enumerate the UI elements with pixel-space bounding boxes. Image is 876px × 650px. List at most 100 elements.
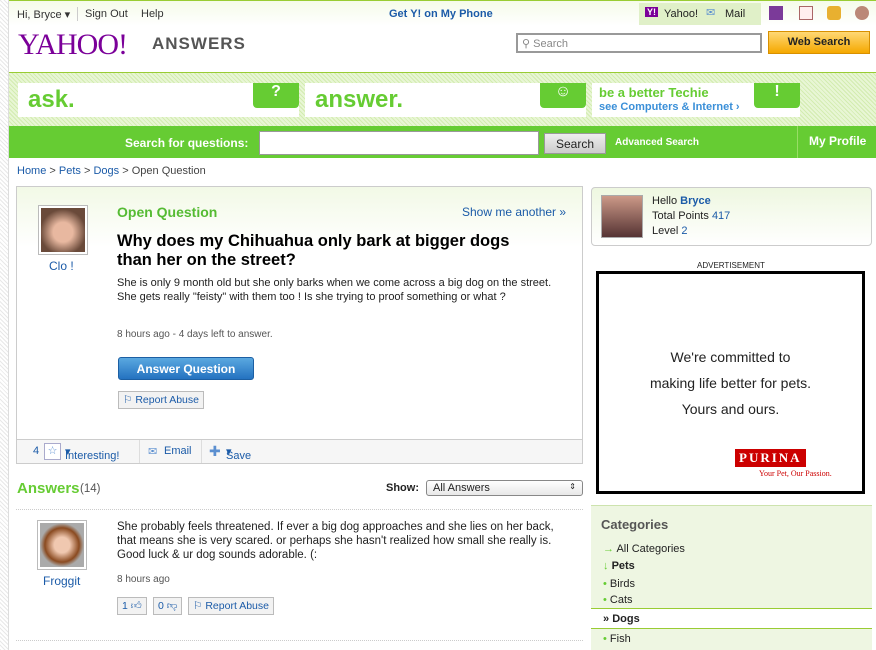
profile-box: Hello Bryce Total Points 417 Level 2 xyxy=(591,187,872,246)
breadcrumb: Home > Pets > Dogs > Open Question xyxy=(17,165,206,177)
sign-out-link[interactable]: Sign Out xyxy=(85,8,128,20)
interesting-count: 4 xyxy=(33,445,40,457)
greeting-menu[interactable]: Hi, Bryce ▾ xyxy=(17,8,70,21)
finance-icon[interactable] xyxy=(827,6,841,20)
search-label: Search for questions: xyxy=(125,136,249,150)
advertisement[interactable]: We're committed to making life better fo… xyxy=(596,271,865,494)
ask-label: ask. xyxy=(28,86,75,113)
answer-label: answer. xyxy=(315,86,404,113)
answers-count: (14) xyxy=(80,483,101,495)
calendar-icon[interactable] xyxy=(799,6,813,20)
question-meta: 8 hours ago - 4 days left to answer. xyxy=(117,329,273,340)
question-toolbar: 4 ☆ Interesting! ▾ ✉ Email ✚ Save ▾ xyxy=(17,439,582,463)
user-avatar[interactable] xyxy=(601,195,643,238)
question-search-button[interactable]: Search xyxy=(544,133,606,154)
email-icon: ✉ xyxy=(148,446,158,458)
my-yahoo-icon[interactable] xyxy=(769,6,783,20)
email-button[interactable]: Email xyxy=(164,445,192,457)
yahoo-link[interactable]: Yahoo! xyxy=(664,8,698,20)
thumbs-up-icon: 👍︎ xyxy=(130,600,142,612)
category-dogs[interactable]: » Dogs xyxy=(603,613,640,625)
question-box: Clo ! Open Question Show me another » Wh… xyxy=(16,186,583,464)
down-count: 0 xyxy=(158,600,164,612)
sep: > xyxy=(49,165,56,177)
yahoo-logo[interactable]: YAHOO! xyxy=(18,28,128,62)
category-fish[interactable]: • Fish xyxy=(603,633,631,645)
computers-link[interactable]: see Computers & Internet › xyxy=(599,101,740,113)
breadcrumb-home[interactable]: Home xyxy=(17,165,46,177)
thumbs-up-button[interactable]: 1 👍︎ xyxy=(117,597,147,615)
promo-band: ask.? answer. ☺ be a better Techie see Co… xyxy=(9,72,876,126)
category-pets[interactable]: ↓ Pets xyxy=(603,560,635,572)
answerer-avatar[interactable] xyxy=(37,520,87,570)
question-face-icon: ? xyxy=(253,83,299,108)
points-label: Total Points xyxy=(652,210,709,222)
advanced-search-link[interactable]: Advanced Search xyxy=(615,137,699,148)
category-birds[interactable]: • Birds xyxy=(603,578,635,590)
thumbs-down-button[interactable]: 0 👎︎ xyxy=(153,597,183,615)
answers-logo[interactable]: ANSWERS xyxy=(152,34,246,54)
ad-label: ADVERTISEMENT xyxy=(697,261,765,270)
answer-question-button[interactable]: Answer Question xyxy=(118,357,254,380)
interesting-label: Interesting! xyxy=(65,450,120,462)
web-search-button[interactable]: Web Search xyxy=(768,31,870,54)
up-count: 1 xyxy=(122,600,128,612)
user-name[interactable]: Bryce xyxy=(680,195,711,207)
flag-icon: ⚐ xyxy=(123,394,136,406)
question-search-input[interactable] xyxy=(259,131,539,155)
greeting: Hi, Bryce xyxy=(17,9,62,21)
purina-logo: PURINA xyxy=(735,449,806,467)
question-title: Why does my Chihuahua only bark at bigge… xyxy=(117,232,510,269)
help-link[interactable]: Help xyxy=(141,8,164,20)
interesting-button[interactable]: Interesting! ▾ xyxy=(65,445,119,462)
phone-link[interactable]: Get Y! on My Phone xyxy=(389,8,493,20)
show-value: All Answers xyxy=(433,482,490,494)
star-icon[interactable]: ☆ xyxy=(44,443,61,460)
question-body: She is only 9 month old but she only bar… xyxy=(117,277,552,303)
breadcrumb-pets[interactable]: Pets xyxy=(59,165,81,177)
save-button[interactable]: Save ▾ xyxy=(226,445,251,462)
category-cats[interactable]: • Cats xyxy=(603,594,633,606)
category-all[interactable]: → All Categories xyxy=(603,543,685,555)
mail-icon: ✉ xyxy=(706,7,716,19)
techie-title: be a better Techie xyxy=(599,85,709,100)
breadcrumb-dogs[interactable]: Dogs xyxy=(93,165,119,177)
answerer-name[interactable]: Froggit xyxy=(43,574,80,588)
save-label: Save xyxy=(226,450,252,462)
report-abuse-button[interactable]: ⚐ Report Abuse xyxy=(118,391,204,409)
plus-icon: ✚ xyxy=(209,443,221,459)
report-label: Report Abuse xyxy=(205,600,269,612)
question-status: Open Question xyxy=(117,204,218,220)
level-value[interactable]: 2 xyxy=(681,225,687,237)
asker-name[interactable]: Clo ! xyxy=(49,259,74,273)
answer-promo[interactable]: answer. ☺ xyxy=(305,83,586,117)
exclaim-face-icon: ! xyxy=(754,83,800,108)
ad-line2: making life better for pets. xyxy=(649,375,812,391)
show-another-link[interactable]: Show me another » xyxy=(462,205,566,219)
search-placeholder: Search xyxy=(533,38,568,50)
ad-line3: Yours and ours. xyxy=(681,401,780,417)
categories-panel: Categories → All Categories ↓ Pets • Bir… xyxy=(591,505,872,650)
web-search-input[interactable]: ⚲ Search xyxy=(516,33,762,53)
search-icon: ⚲ xyxy=(522,38,534,50)
page-edge xyxy=(0,0,9,650)
updown-icon: ⇕ xyxy=(569,482,576,491)
mail-link[interactable]: Mail xyxy=(725,8,745,20)
asker-avatar[interactable] xyxy=(38,205,88,255)
points-value[interactable]: 417 xyxy=(712,210,730,222)
ad-tagline: Your Pet, Our Passion. xyxy=(759,469,832,478)
my-profile-link[interactable]: My Profile xyxy=(809,134,866,148)
sports-icon[interactable] xyxy=(855,6,869,20)
divider xyxy=(16,640,583,641)
flag-icon: ⚐ xyxy=(193,600,206,612)
answer-item: Froggit She probably feels threatened. I… xyxy=(16,510,583,620)
categories-title: Categories xyxy=(601,517,669,532)
smile-face-icon: ☺ xyxy=(540,83,586,108)
thumbs-down-icon: 👎︎ xyxy=(166,600,178,612)
answer-report-button[interactable]: ⚐ Report Abuse xyxy=(188,597,274,615)
hello-label: Hello xyxy=(652,195,678,207)
show-select[interactable]: All Answers ⇕ xyxy=(426,480,583,496)
ask-promo[interactable]: ask.? xyxy=(18,83,299,117)
sep: > xyxy=(122,165,129,177)
techie-promo[interactable]: be a better Techie see Computers & Inter… xyxy=(592,83,800,117)
